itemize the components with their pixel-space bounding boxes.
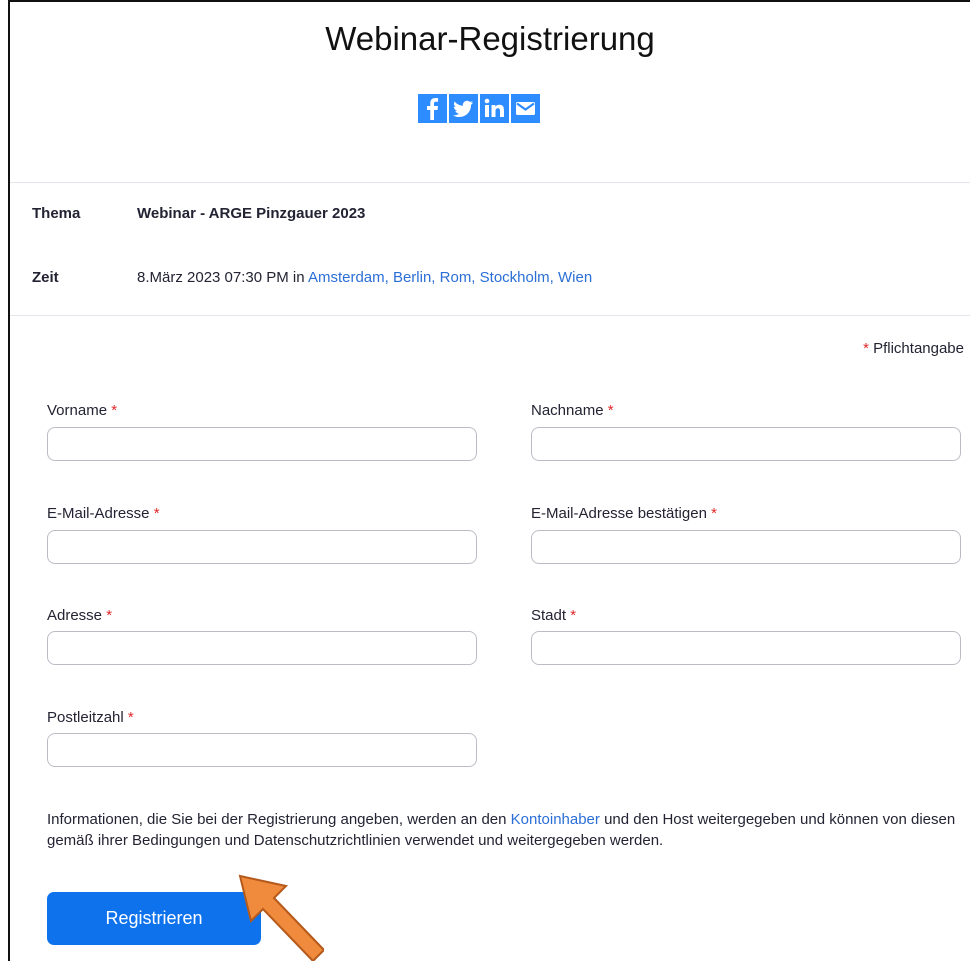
topic-label: Thema (32, 205, 81, 222)
city-label-text: Stadt (531, 607, 567, 624)
time-label: Zeit (32, 269, 59, 286)
page-title: Webinar-Registrierung (325, 20, 655, 57)
frame-top-border (8, 0, 970, 2)
annotation-arrow-icon (238, 874, 324, 961)
facebook-icon[interactable] (418, 94, 447, 123)
separator (10, 182, 970, 183)
email-label-text: E-Mail-Adresse (47, 505, 150, 522)
required-star: * (570, 607, 577, 624)
address-label-text: Adresse (47, 607, 103, 624)
privacy-disclaimer: Informationen, die Sie bei der Registrie… (47, 809, 969, 851)
required-note: * Pflichtangabe (863, 340, 964, 357)
required-star: * (127, 709, 134, 726)
required-star: * (607, 402, 614, 419)
time-value: 8.März 2023 07:30 PM in (137, 269, 305, 286)
city-label: Stadt * (531, 607, 576, 624)
disclaimer-text-1: Informationen, die Sie bei der Registrie… (47, 811, 507, 828)
twitter-icon[interactable] (449, 94, 478, 123)
zip-label-text: Postleitzahl (47, 709, 124, 726)
frame-left-border (8, 0, 10, 961)
address-input[interactable] (47, 631, 477, 665)
register-button[interactable]: Registrieren (47, 892, 261, 945)
required-star: * (863, 340, 869, 357)
social-share-bar (418, 94, 540, 123)
city-input[interactable] (531, 631, 961, 665)
email-confirm-input[interactable] (531, 530, 961, 564)
email-icon[interactable] (511, 94, 540, 123)
firstname-input[interactable] (47, 427, 477, 461)
address-label: Adresse * (47, 607, 112, 624)
timezone-link[interactable]: Amsterdam, Berlin, Rom, Stockholm, Wien (308, 269, 592, 286)
account-owner-link[interactable]: Kontoinhaber (511, 811, 600, 828)
zip-label: Postleitzahl * (47, 709, 134, 726)
email-input[interactable] (47, 530, 477, 564)
firstname-label-text: Vorname (47, 402, 108, 419)
email-confirm-label: E-Mail-Adresse bestätigen * (531, 505, 717, 522)
lastname-label: Nachname * (531, 402, 614, 419)
required-star: * (106, 607, 113, 624)
lastname-input[interactable] (531, 427, 961, 461)
required-star: * (111, 402, 118, 419)
firstname-label: Vorname * (47, 402, 117, 419)
separator (10, 315, 970, 316)
zip-input[interactable] (47, 733, 477, 767)
linkedin-icon[interactable] (480, 94, 509, 123)
email-confirm-label-text: E-Mail-Adresse bestätigen (531, 505, 707, 522)
topic-value: Webinar - ARGE Pinzgauer 2023 (137, 205, 366, 222)
required-star: * (711, 505, 717, 522)
required-note-text: Pflichtangabe (873, 340, 964, 357)
email-label: E-Mail-Adresse * (47, 505, 160, 522)
time-row: 8.März 2023 07:30 PM in Amsterdam, Berli… (137, 269, 592, 286)
lastname-label-text: Nachname (531, 402, 604, 419)
required-star: * (153, 505, 160, 522)
